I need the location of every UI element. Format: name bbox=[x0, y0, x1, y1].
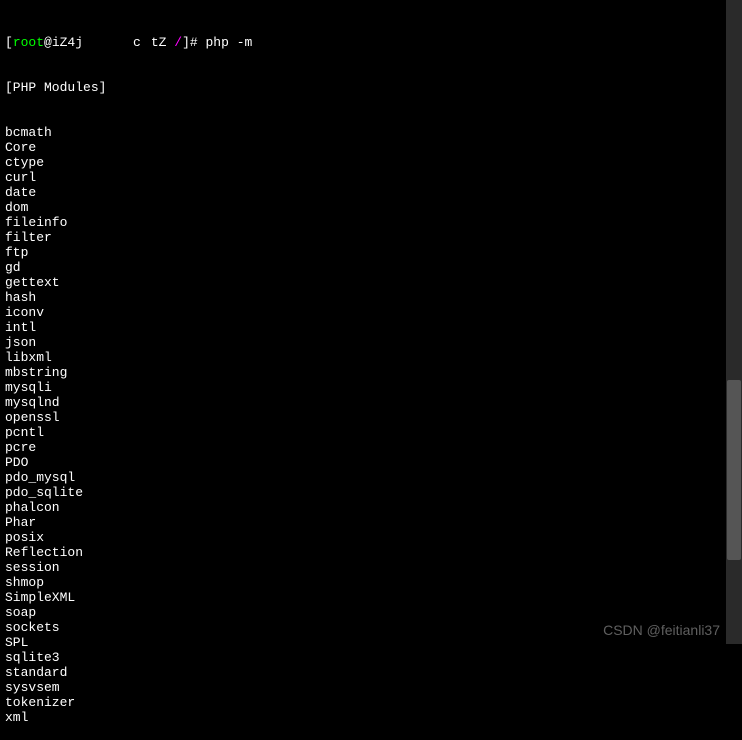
module-line: date bbox=[5, 185, 737, 200]
prompt-redacted-2 bbox=[141, 35, 151, 50]
module-line: json bbox=[5, 335, 737, 350]
module-line: mbstring bbox=[5, 365, 737, 380]
prompt-path: / bbox=[174, 35, 182, 50]
module-line: soap bbox=[5, 605, 737, 620]
module-line: pdo_mysql bbox=[5, 470, 737, 485]
module-line: mysqlnd bbox=[5, 395, 737, 410]
module-line: openssl bbox=[5, 410, 737, 425]
prompt-close-bracket: ] bbox=[182, 35, 190, 50]
command-text: php -m bbox=[206, 35, 253, 50]
module-line: sqlite3 bbox=[5, 650, 737, 665]
module-line: ftp bbox=[5, 245, 737, 260]
watermark: CSDN @feitianli37 bbox=[603, 623, 720, 638]
module-line: pcntl bbox=[5, 425, 737, 440]
module-line: gd bbox=[5, 260, 737, 275]
prompt-at: @iZ4j bbox=[44, 35, 83, 50]
scrollbar-track[interactable] bbox=[726, 0, 742, 644]
module-line: sysvsem bbox=[5, 680, 737, 695]
module-line: ctype bbox=[5, 155, 737, 170]
prompt-open-bracket: [ bbox=[5, 35, 13, 50]
module-line: Phar bbox=[5, 515, 737, 530]
prompt-host-suffix: tZ bbox=[151, 35, 174, 50]
module-line: Core bbox=[5, 140, 737, 155]
module-line: pcre bbox=[5, 440, 737, 455]
module-line: posix bbox=[5, 530, 737, 545]
module-line: standard bbox=[5, 665, 737, 680]
prompt-user: root bbox=[13, 35, 44, 50]
prompt-host-mid: c bbox=[133, 35, 141, 50]
module-line: gettext bbox=[5, 275, 737, 290]
scrollbar-thumb[interactable] bbox=[727, 380, 741, 560]
module-line: iconv bbox=[5, 305, 737, 320]
prompt-symbol: # bbox=[190, 35, 206, 50]
module-line: hash bbox=[5, 290, 737, 305]
output-header: [PHP Modules] bbox=[5, 80, 737, 95]
module-line: PDO bbox=[5, 455, 737, 470]
module-line: intl bbox=[5, 320, 737, 335]
prompt-line: [root@iZ4j ctZ /]# php -m bbox=[5, 35, 737, 50]
module-line: fileinfo bbox=[5, 215, 737, 230]
module-line: curl bbox=[5, 170, 737, 185]
module-line: phalcon bbox=[5, 500, 737, 515]
module-line: mysqli bbox=[5, 380, 737, 395]
module-line: dom bbox=[5, 200, 737, 215]
module-line: shmop bbox=[5, 575, 737, 590]
module-line: bcmath bbox=[5, 125, 737, 140]
module-line: Reflection bbox=[5, 545, 737, 560]
module-line: xml bbox=[5, 710, 737, 725]
module-line: pdo_sqlite bbox=[5, 485, 737, 500]
prompt-redacted bbox=[83, 35, 133, 50]
module-line: session bbox=[5, 560, 737, 575]
module-line: tokenizer bbox=[5, 695, 737, 710]
module-line: SimpleXML bbox=[5, 590, 737, 605]
module-line: libxml bbox=[5, 350, 737, 365]
module-line: filter bbox=[5, 230, 737, 245]
